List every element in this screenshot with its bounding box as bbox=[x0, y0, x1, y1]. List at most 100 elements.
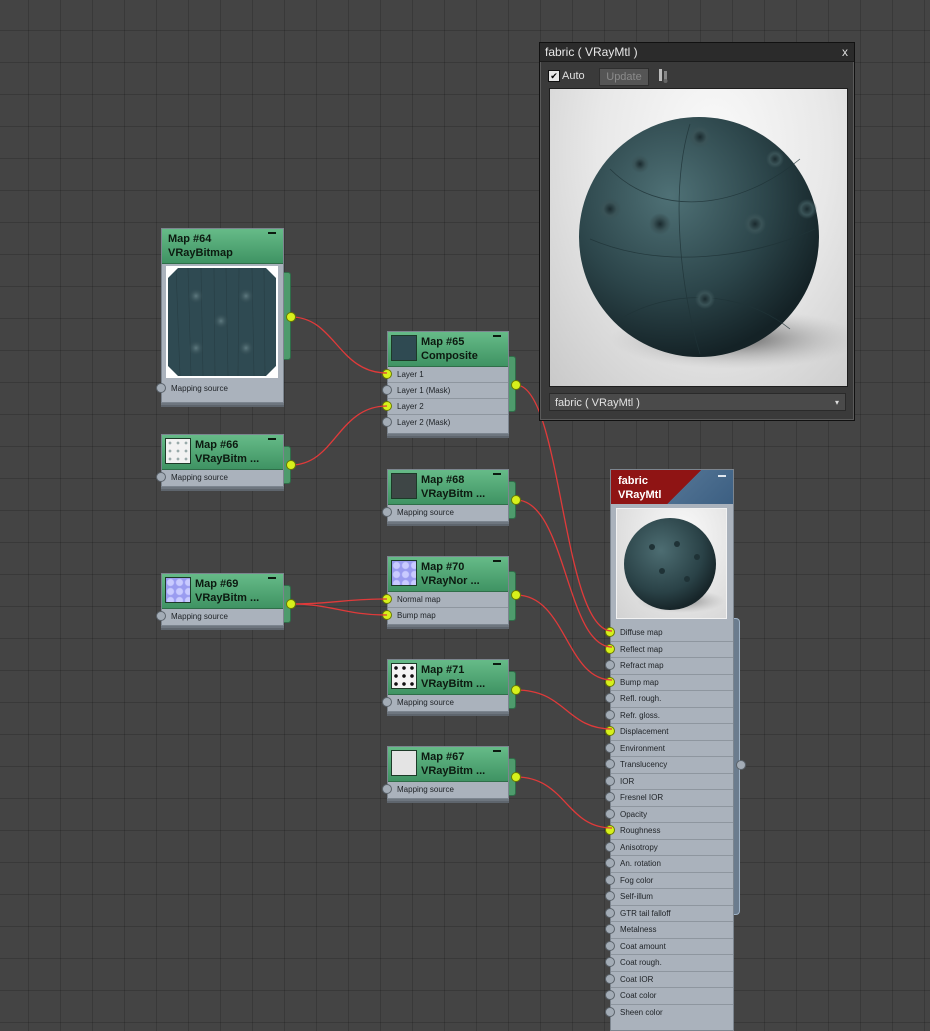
auto-checkbox[interactable]: ✔ bbox=[548, 70, 560, 82]
node-map71[interactable]: Map #71 VRayBitm ... Mapping source bbox=[382, 659, 509, 712]
node-map66-output-socket[interactable] bbox=[286, 460, 296, 470]
material-slot-coat-color: Coat color bbox=[605, 988, 733, 1005]
input-socket[interactable] bbox=[382, 610, 392, 620]
input-socket[interactable] bbox=[605, 858, 615, 868]
preview-window-title[interactable]: fabric ( VRayMtl ) x bbox=[540, 43, 854, 62]
input-socket[interactable] bbox=[605, 825, 615, 835]
update-button[interactable]: Update bbox=[599, 68, 649, 86]
node-map67-type: VRayBitm ... bbox=[421, 765, 486, 777]
input-socket[interactable] bbox=[382, 369, 392, 379]
input-socket[interactable] bbox=[605, 973, 615, 984]
minimize-icon[interactable] bbox=[493, 560, 501, 562]
input-socket[interactable] bbox=[605, 891, 615, 901]
input-socket[interactable] bbox=[605, 957, 615, 967]
node-map64-output-socket[interactable] bbox=[286, 312, 296, 322]
input-socket[interactable] bbox=[382, 594, 392, 604]
input-socket[interactable] bbox=[605, 742, 615, 753]
material-slot-gtr-tail-falloff: GTR tail falloff bbox=[605, 906, 733, 922]
minimize-icon[interactable] bbox=[493, 663, 501, 665]
node-map65-type: Composite bbox=[421, 350, 478, 362]
input-socket[interactable] bbox=[605, 907, 615, 918]
input-socket[interactable] bbox=[382, 401, 392, 411]
minimize-icon[interactable] bbox=[268, 577, 276, 579]
input-socket[interactable] bbox=[605, 874, 615, 885]
node-map68-type: VRayBitm ... bbox=[421, 488, 486, 500]
input-socket[interactable] bbox=[605, 841, 615, 852]
node-map68[interactable]: Map #68 VRayBitm ... Mapping source bbox=[382, 469, 509, 522]
node-map64-header[interactable]: Map #64 VRayBitmap bbox=[162, 229, 283, 264]
slot-layer-1: Layer 1 bbox=[382, 367, 508, 383]
input-socket[interactable] bbox=[605, 1006, 615, 1017]
slot-mapping-source: Mapping source bbox=[382, 505, 508, 520]
material-dropdown[interactable]: fabric ( VRayMtl ) ▾ bbox=[549, 393, 846, 411]
slot-layer-1-mask: Layer 1 (Mask) bbox=[382, 383, 508, 399]
material-render-view bbox=[549, 88, 848, 387]
minimize-icon[interactable] bbox=[268, 232, 276, 234]
node-map70[interactable]: Map #70 VRayNor ... Normal map Bump map bbox=[382, 556, 509, 625]
eyedropper-icon[interactable] bbox=[656, 68, 670, 84]
input-socket[interactable] bbox=[382, 385, 392, 395]
node-map65-output-socket[interactable] bbox=[511, 380, 521, 390]
material-slot-translucency: Translucency bbox=[605, 757, 733, 774]
wire-map64-to-layer1 bbox=[290, 316, 388, 374]
input-socket[interactable] bbox=[605, 693, 615, 703]
input-socket[interactable] bbox=[156, 383, 166, 393]
input-socket[interactable] bbox=[605, 775, 615, 786]
input-socket[interactable] bbox=[605, 808, 615, 819]
minimize-icon[interactable] bbox=[718, 475, 726, 477]
node-map71-header[interactable]: Map #71 VRayBitm ... bbox=[388, 660, 508, 695]
input-socket[interactable] bbox=[605, 676, 615, 687]
node-map65-header[interactable]: Map #65 Composite bbox=[388, 332, 508, 367]
material-slot-diffuse-map: Diffuse map bbox=[605, 625, 733, 642]
input-socket[interactable] bbox=[605, 924, 615, 934]
input-socket[interactable] bbox=[382, 417, 392, 427]
minimize-icon[interactable] bbox=[268, 438, 276, 440]
input-socket[interactable] bbox=[156, 472, 166, 482]
material-slot-fresnel-ior: Fresnel IOR bbox=[605, 790, 733, 807]
node-material-fabric[interactable]: fabric VRayMtl Diffuse map Reflect map Ref… bbox=[605, 469, 734, 1031]
material-output-socket[interactable] bbox=[736, 760, 746, 770]
node-map67-header[interactable]: Map #67 VRayBitm ... bbox=[388, 747, 508, 782]
node-map69-header[interactable]: Map #69 VRayBitm ... bbox=[162, 574, 283, 609]
material-slot-sheen-color: Sheen color bbox=[605, 1005, 733, 1021]
wire-map69-to-bump bbox=[290, 603, 388, 616]
close-icon[interactable]: x bbox=[842, 44, 848, 60]
input-socket[interactable] bbox=[605, 792, 615, 802]
material-header[interactable]: fabric VRayMtl bbox=[611, 470, 733, 504]
node-map68-header[interactable]: Map #68 VRayBitm ... bbox=[388, 470, 508, 505]
node-map65[interactable]: Map #65 Composite Layer 1 Layer 1 (Mask)… bbox=[382, 331, 509, 434]
preview-toolbar: ✔ Auto Update bbox=[548, 67, 846, 87]
node-map69-output-socket[interactable] bbox=[286, 599, 296, 609]
input-socket[interactable] bbox=[382, 784, 392, 794]
node-map70-header[interactable]: Map #70 VRayNor ... bbox=[388, 557, 508, 592]
node-map69[interactable]: Map #69 VRayBitm ... Mapping source bbox=[156, 573, 284, 626]
input-socket[interactable] bbox=[605, 627, 615, 637]
input-socket[interactable] bbox=[605, 759, 615, 769]
node-map70-output-socket[interactable] bbox=[511, 590, 521, 600]
input-socket[interactable] bbox=[605, 726, 615, 736]
node-map66[interactable]: Map #66 VRayBitm ... Mapping source bbox=[156, 434, 284, 487]
input-socket[interactable] bbox=[605, 660, 615, 670]
minimize-icon[interactable] bbox=[493, 750, 501, 752]
node-map64[interactable]: Map #64 VRayBitmap Mapping source bbox=[156, 228, 284, 403]
input-socket[interactable] bbox=[156, 611, 166, 621]
minimize-icon[interactable] bbox=[493, 473, 501, 475]
node-map67-output-socket[interactable] bbox=[511, 772, 521, 782]
input-socket[interactable] bbox=[382, 507, 392, 517]
node-map67[interactable]: Map #67 VRayBitm ... Mapping source bbox=[382, 746, 509, 799]
material-preview-thumbnail bbox=[616, 508, 727, 619]
input-socket[interactable] bbox=[382, 697, 392, 707]
chevron-down-icon[interactable]: ▾ bbox=[835, 394, 839, 412]
node-map68-output-socket[interactable] bbox=[511, 495, 521, 505]
input-socket[interactable] bbox=[605, 990, 615, 1000]
node-map71-output-socket[interactable] bbox=[511, 685, 521, 695]
material-preview-window[interactable]: fabric ( VRayMtl ) x ✔ Auto Update fabri… bbox=[539, 42, 855, 421]
node-map70-thumbnail bbox=[391, 560, 417, 586]
input-socket[interactable] bbox=[605, 709, 615, 720]
node-map66-header[interactable]: Map #66 VRayBitm ... bbox=[162, 435, 283, 470]
node-map64-type: VRayBitmap bbox=[168, 247, 233, 259]
input-socket[interactable] bbox=[605, 643, 615, 654]
wire-map68-to-reflect bbox=[515, 499, 613, 648]
input-socket[interactable] bbox=[605, 940, 615, 951]
minimize-icon[interactable] bbox=[493, 335, 501, 337]
